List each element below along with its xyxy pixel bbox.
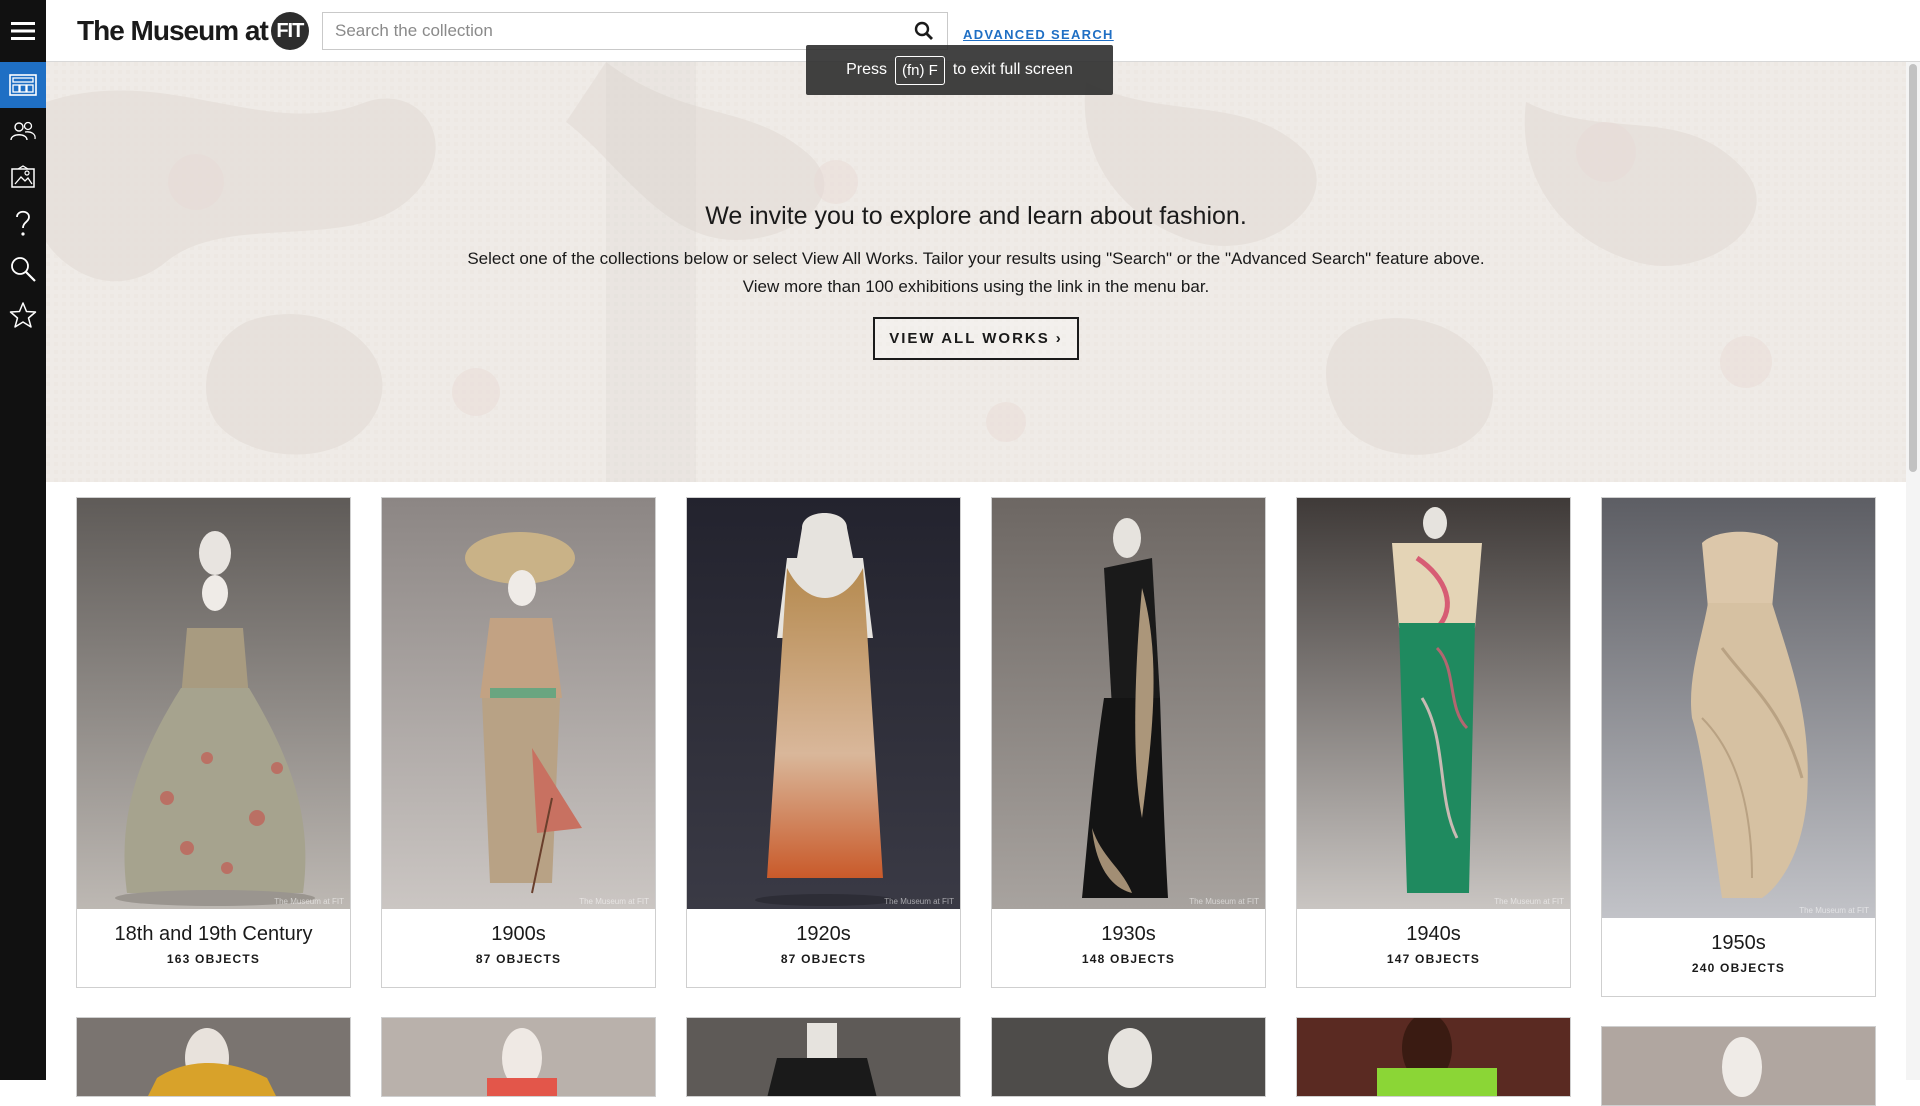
- collection-card-row2[interactable]: [76, 1017, 351, 1097]
- collection-photo: The Museum at FIT: [1297, 498, 1570, 909]
- chevron-right-icon: ›: [1055, 330, 1063, 347]
- page-scrollbar[interactable]: [1906, 62, 1920, 1080]
- advanced-search-link[interactable]: ADVANCED SEARCH: [963, 27, 1114, 42]
- collection-title: 1940s: [1406, 923, 1461, 945]
- collection-photo: The Museum at FIT: [1602, 498, 1875, 918]
- collection-card-1900s[interactable]: The Museum at FIT 1900s 87 OBJECTS: [381, 497, 656, 988]
- photo-watermark: The Museum at FIT: [1494, 897, 1564, 906]
- collection-card-row2[interactable]: [991, 1017, 1266, 1097]
- collection-title: 1950s: [1711, 932, 1766, 954]
- logo-badge: FIT: [270, 12, 309, 50]
- hero-description-line-1: Select one of the collections below or s…: [467, 249, 1485, 268]
- view-all-works-button[interactable]: VIEW ALL WORKS ›: [873, 317, 1079, 360]
- collection-photo: The Museum at FIT: [992, 498, 1265, 909]
- hero-content: We invite you to explore and learn about…: [46, 202, 1906, 360]
- photo-watermark: The Museum at FIT: [274, 897, 344, 906]
- collection-title: 1930s: [1101, 923, 1156, 945]
- hero-banner: We invite you to explore and learn about…: [46, 62, 1906, 482]
- collection-card-1950s[interactable]: The Museum at FIT 1950s 240 OBJECTS: [1601, 497, 1876, 997]
- photo-watermark: The Museum at FIT: [1189, 897, 1259, 906]
- search-icon: [11, 257, 36, 282]
- collection-card-row2[interactable]: [381, 1017, 656, 1097]
- favorites-star-icon: [9, 302, 37, 328]
- collection-count: 148 OBJECTS: [1081, 952, 1176, 966]
- collections-icon: [9, 74, 37, 96]
- collection-caption: 1950s 240 OBJECTS: [1602, 918, 1875, 996]
- collection-photo: The Museum at FIT: [77, 498, 350, 909]
- collection-title: 18th and 19th Century: [114, 923, 313, 945]
- people-icon: [10, 121, 36, 141]
- logo-text: The Museum at: [77, 15, 269, 46]
- collection-count: 87 OBJECTS: [780, 952, 867, 966]
- museum-logo[interactable]: The Museum at FIT: [77, 11, 309, 51]
- search-input[interactable]: [323, 13, 901, 49]
- hamburger-icon: [11, 22, 35, 40]
- fullscreen-toast: Press (fn) F to exit full screen: [806, 45, 1113, 95]
- collection-caption: 1920s 87 OBJECTS: [687, 909, 960, 987]
- hero-description-line-2: View more than 100 exhibitions using the…: [742, 277, 1210, 296]
- collection-card-row2[interactable]: [1296, 1017, 1571, 1097]
- collection-count: 147 OBJECTS: [1386, 952, 1481, 966]
- sidebar-item-search[interactable]: [0, 246, 46, 292]
- collection-card-1940s[interactable]: The Museum at FIT 1940s 147 OBJECTS: [1296, 497, 1571, 988]
- scrollbar-thumb[interactable]: [1909, 64, 1917, 472]
- photo-watermark: The Museum at FIT: [579, 897, 649, 906]
- photo-watermark: The Museum at FIT: [884, 897, 954, 906]
- collection-caption: 1930s 148 OBJECTS: [992, 909, 1265, 987]
- search-submit-button[interactable]: [901, 13, 947, 49]
- sidebar-item-favorites[interactable]: [0, 292, 46, 338]
- photo-watermark: The Museum at FIT: [1799, 906, 1869, 915]
- sidebar-item-people[interactable]: [0, 108, 46, 154]
- collection-card-row2[interactable]: [686, 1017, 961, 1097]
- sidebar-item-collections[interactable]: [0, 62, 46, 108]
- toast-press-text: Press: [846, 61, 887, 78]
- collection-title: 1920s: [796, 923, 851, 945]
- hero-title: We invite you to explore and learn about…: [705, 202, 1247, 230]
- collection-card-18th-19th-century[interactable]: The Museum at FIT 18th and 19th Century …: [76, 497, 351, 988]
- collection-photo: The Museum at FIT: [382, 498, 655, 909]
- collection-card-1930s[interactable]: The Museum at FIT 1930s 148 OBJECTS: [991, 497, 1266, 988]
- collection-caption: 1900s 87 OBJECTS: [382, 909, 655, 987]
- collection-caption: 1940s 147 OBJECTS: [1297, 909, 1570, 987]
- collection-caption: 18th and 19th Century 163 OBJECTS: [77, 909, 350, 987]
- exhibitions-icon: [11, 165, 35, 188]
- sidebar-item-exhibitions[interactable]: [0, 154, 46, 200]
- collection-title: 1900s: [491, 923, 546, 945]
- hamburger-menu-button[interactable]: [0, 0, 46, 62]
- collection-photo: The Museum at FIT: [687, 498, 960, 909]
- help-icon: [16, 210, 30, 236]
- left-nav-rail: [0, 0, 46, 1080]
- view-all-works-label: VIEW ALL WORKS: [889, 330, 1050, 347]
- toast-rest-text: to exit full screen: [952, 61, 1073, 78]
- sidebar-item-help[interactable]: [0, 200, 46, 246]
- collection-count: 87 OBJECTS: [475, 952, 562, 966]
- collection-card-1920s[interactable]: The Museum at FIT 1920s 87 OBJECTS: [686, 497, 961, 988]
- collection-count: 240 OBJECTS: [1691, 961, 1786, 975]
- collection-count: 163 OBJECTS: [166, 952, 261, 966]
- collection-card-row2[interactable]: [1601, 1026, 1876, 1106]
- search-icon: [914, 21, 933, 40]
- toast-key: (fn) F: [895, 55, 945, 85]
